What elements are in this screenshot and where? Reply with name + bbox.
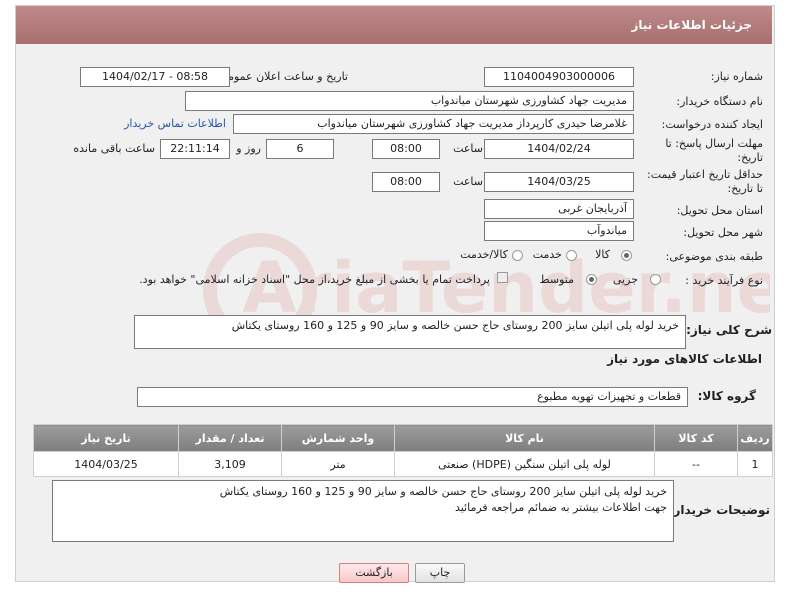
deadline-label-2: تاریخ:	[737, 151, 763, 164]
header-bar: جزئیات اطلاعات نیاز	[16, 6, 772, 44]
announce-label: تاریخ و ساعت اعلان عمومی:	[215, 70, 348, 83]
category-radio-goods[interactable]	[621, 250, 632, 261]
requester-field: غلامرضا حیدری کارپرداز مدیریت جهاد کشاور…	[233, 114, 634, 134]
col-item-code: کد کالا	[654, 424, 738, 452]
buyer-notes-textarea[interactable]: خرید لوله پلی اتیلن سایز 200 روستای حاج …	[52, 480, 674, 542]
validity-date-field: 1404/03/25	[484, 172, 634, 192]
buyer-org-label: نام دستگاه خریدار:	[676, 95, 763, 108]
category-radio-service[interactable]	[566, 250, 577, 261]
deadline-time-field: 08:00	[372, 139, 440, 159]
cell-need-date: 1404/03/25	[33, 451, 179, 477]
goods-info-title: اطلاعات کالاهای مورد نیاز	[607, 352, 762, 366]
goods-group-field: قطعات و تجهیزات تهویه مطبوع	[137, 387, 688, 407]
province-label: استان محل تحویل:	[676, 204, 763, 217]
col-quantity: تعداد / مقدار	[178, 424, 282, 452]
treasury-checkbox[interactable]	[497, 272, 508, 283]
col-unit: واحد شمارش	[281, 424, 395, 452]
process-option-medium: متوسط	[539, 273, 574, 286]
deadline-label: مهلت ارسال پاسخ: تا	[665, 137, 763, 150]
city-label: شهر محل تحویل:	[683, 226, 763, 239]
city-field: میاندوآب	[484, 221, 634, 241]
summary-textarea[interactable]: خرید لوله پلی اتیلن سایز 200 روستای حاج …	[134, 315, 686, 349]
table-row: 1 -- لوله پلی اتیلن سنگین (HDPE) صنعتی م…	[33, 451, 773, 477]
items-table: ردیف کد کالا نام کالا واحد شمارش تعداد /…	[33, 424, 773, 477]
process-radio-medium[interactable]	[586, 274, 597, 285]
need-number-label: شماره نیاز:	[710, 70, 763, 83]
process-label: نوع فرآیند خرید :	[685, 274, 763, 287]
validity-time-field: 08:00	[372, 172, 440, 192]
remaining-time-field: 22:11:14	[160, 139, 230, 159]
days-label: روز و	[236, 142, 261, 155]
cell-unit: متر	[281, 451, 395, 477]
need-number-field: 1104004903000006	[484, 67, 634, 87]
process-radio-minor[interactable]	[650, 274, 661, 285]
validity-label-2: تا تاریخ:	[727, 182, 763, 195]
buyer-notes-label: توضیحات خریدار:	[668, 503, 770, 517]
validity-label: حداقل تاریخ اعتبار قیمت:	[647, 168, 763, 181]
validity-time-label: ساعت	[453, 175, 483, 188]
cell-quantity: 3,109	[178, 451, 282, 477]
category-label: طبقه بندی موضوعی:	[665, 250, 763, 263]
buyer-org-field: مدیریت جهاد کشاورزی شهرستان میاندواب	[185, 91, 634, 111]
days-field: 6	[266, 139, 334, 159]
announce-field: 1404/02/17 - 08:58	[80, 67, 230, 87]
deadline-time-label: ساعت	[453, 142, 483, 155]
col-item-name: نام کالا	[394, 424, 655, 452]
cell-item-code: --	[654, 451, 738, 477]
summary-label: شرح کلی نیاز:	[686, 323, 772, 337]
contact-buyer-link[interactable]: اطلاعات تماس خریدار	[124, 117, 226, 130]
cell-item-name: لوله پلی اتیلن سنگین (HDPE) صنعتی	[394, 451, 655, 477]
category-option-service: خدمت	[532, 248, 562, 261]
back-button[interactable]: بازگشت	[339, 563, 409, 583]
requester-label: ایجاد کننده درخواست:	[661, 118, 763, 131]
col-need-date: تاریخ نیاز	[33, 424, 179, 452]
category-option-both: کالا/خدمت	[460, 248, 508, 261]
remaining-label: ساعت باقی مانده	[73, 142, 155, 155]
province-field: آذربایجان غربی	[484, 199, 634, 219]
print-button[interactable]: چاپ	[415, 563, 465, 583]
process-note: پرداخت تمام یا بخشی از مبلغ خرید،از محل …	[139, 273, 490, 286]
category-option-goods: کالا	[595, 248, 610, 261]
col-row-number: ردیف	[737, 424, 773, 452]
cell-row-number: 1	[737, 451, 773, 477]
goods-group-label: گروه کالا:	[697, 389, 756, 403]
category-radio-both[interactable]	[512, 250, 523, 261]
process-option-minor: جزیی	[612, 273, 638, 286]
table-header-row: ردیف کد کالا نام کالا واحد شمارش تعداد /…	[33, 424, 773, 452]
page-title: جزئیات اطلاعات نیاز	[631, 18, 752, 32]
deadline-date-field: 1404/02/24	[484, 139, 634, 159]
